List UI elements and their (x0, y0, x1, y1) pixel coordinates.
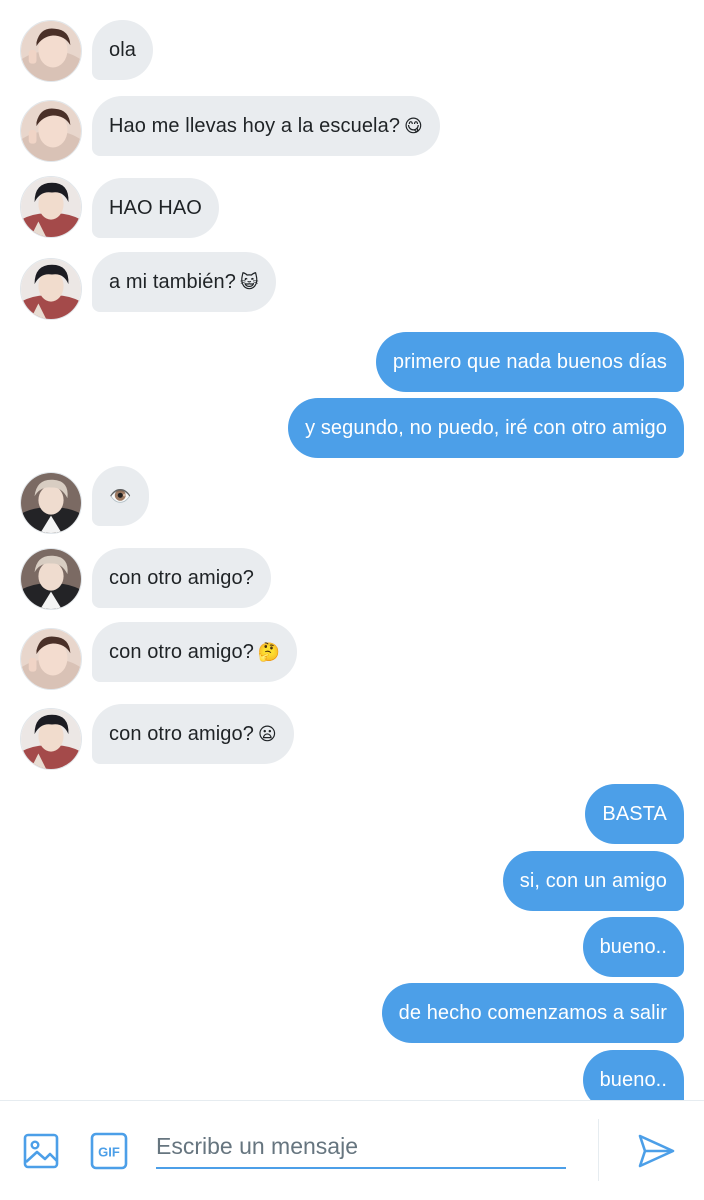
image-icon[interactable] (22, 1132, 60, 1170)
incoming-message[interactable]: con otro amigo? 😦 (92, 704, 294, 764)
avatar[interactable] (20, 708, 82, 770)
outgoing-message[interactable]: si, con un amigo (502, 851, 684, 911)
avatar[interactable] (20, 100, 82, 162)
incoming-message[interactable]: con otro amigo? (92, 548, 271, 608)
avatar[interactable] (20, 176, 82, 238)
emoji: 👁️ (109, 486, 132, 507)
incoming-message[interactable]: 👁️ (92, 466, 149, 526)
outgoing-message[interactable]: primero que nada buenos días (375, 332, 684, 392)
avatar[interactable] (20, 628, 82, 690)
message-composer: GIF (0, 1100, 704, 1200)
send-icon[interactable] (636, 1131, 676, 1171)
message-thread: ola Hao me llevas hoy a la escuela? 😋 HAO… (0, 0, 704, 1100)
incoming-message[interactable]: con otro amigo? 🤔 (92, 622, 298, 682)
incoming-message[interactable]: a mi también? 😺 (92, 252, 276, 312)
emoji: 😦 (257, 724, 277, 745)
avatar[interactable] (20, 472, 82, 534)
avatar[interactable] (20, 20, 82, 82)
avatar[interactable] (20, 258, 82, 320)
emoji: 🤔 (257, 642, 281, 663)
outgoing-message[interactable]: BASTA (585, 784, 684, 844)
outgoing-message[interactable]: bueno.. (582, 917, 684, 977)
avatar[interactable] (20, 548, 82, 610)
gif-icon[interactable]: GIF (90, 1132, 128, 1170)
message-input[interactable] (156, 1125, 566, 1169)
incoming-message[interactable]: ola (92, 20, 153, 80)
outgoing-message[interactable]: de hecho comenzamos a salir (381, 983, 684, 1043)
incoming-message[interactable]: Hao me llevas hoy a la escuela? 😋 (92, 96, 440, 156)
outgoing-message[interactable]: bueno.. (582, 1050, 684, 1100)
emoji: 😺 (239, 272, 259, 293)
incoming-message[interactable]: HAO HAO (92, 178, 219, 238)
svg-text:GIF: GIF (98, 1145, 120, 1160)
divider (598, 1119, 599, 1181)
emoji: 😋 (404, 116, 423, 137)
outgoing-message[interactable]: y segundo, no puedo, iré con otro amigo (288, 398, 684, 458)
